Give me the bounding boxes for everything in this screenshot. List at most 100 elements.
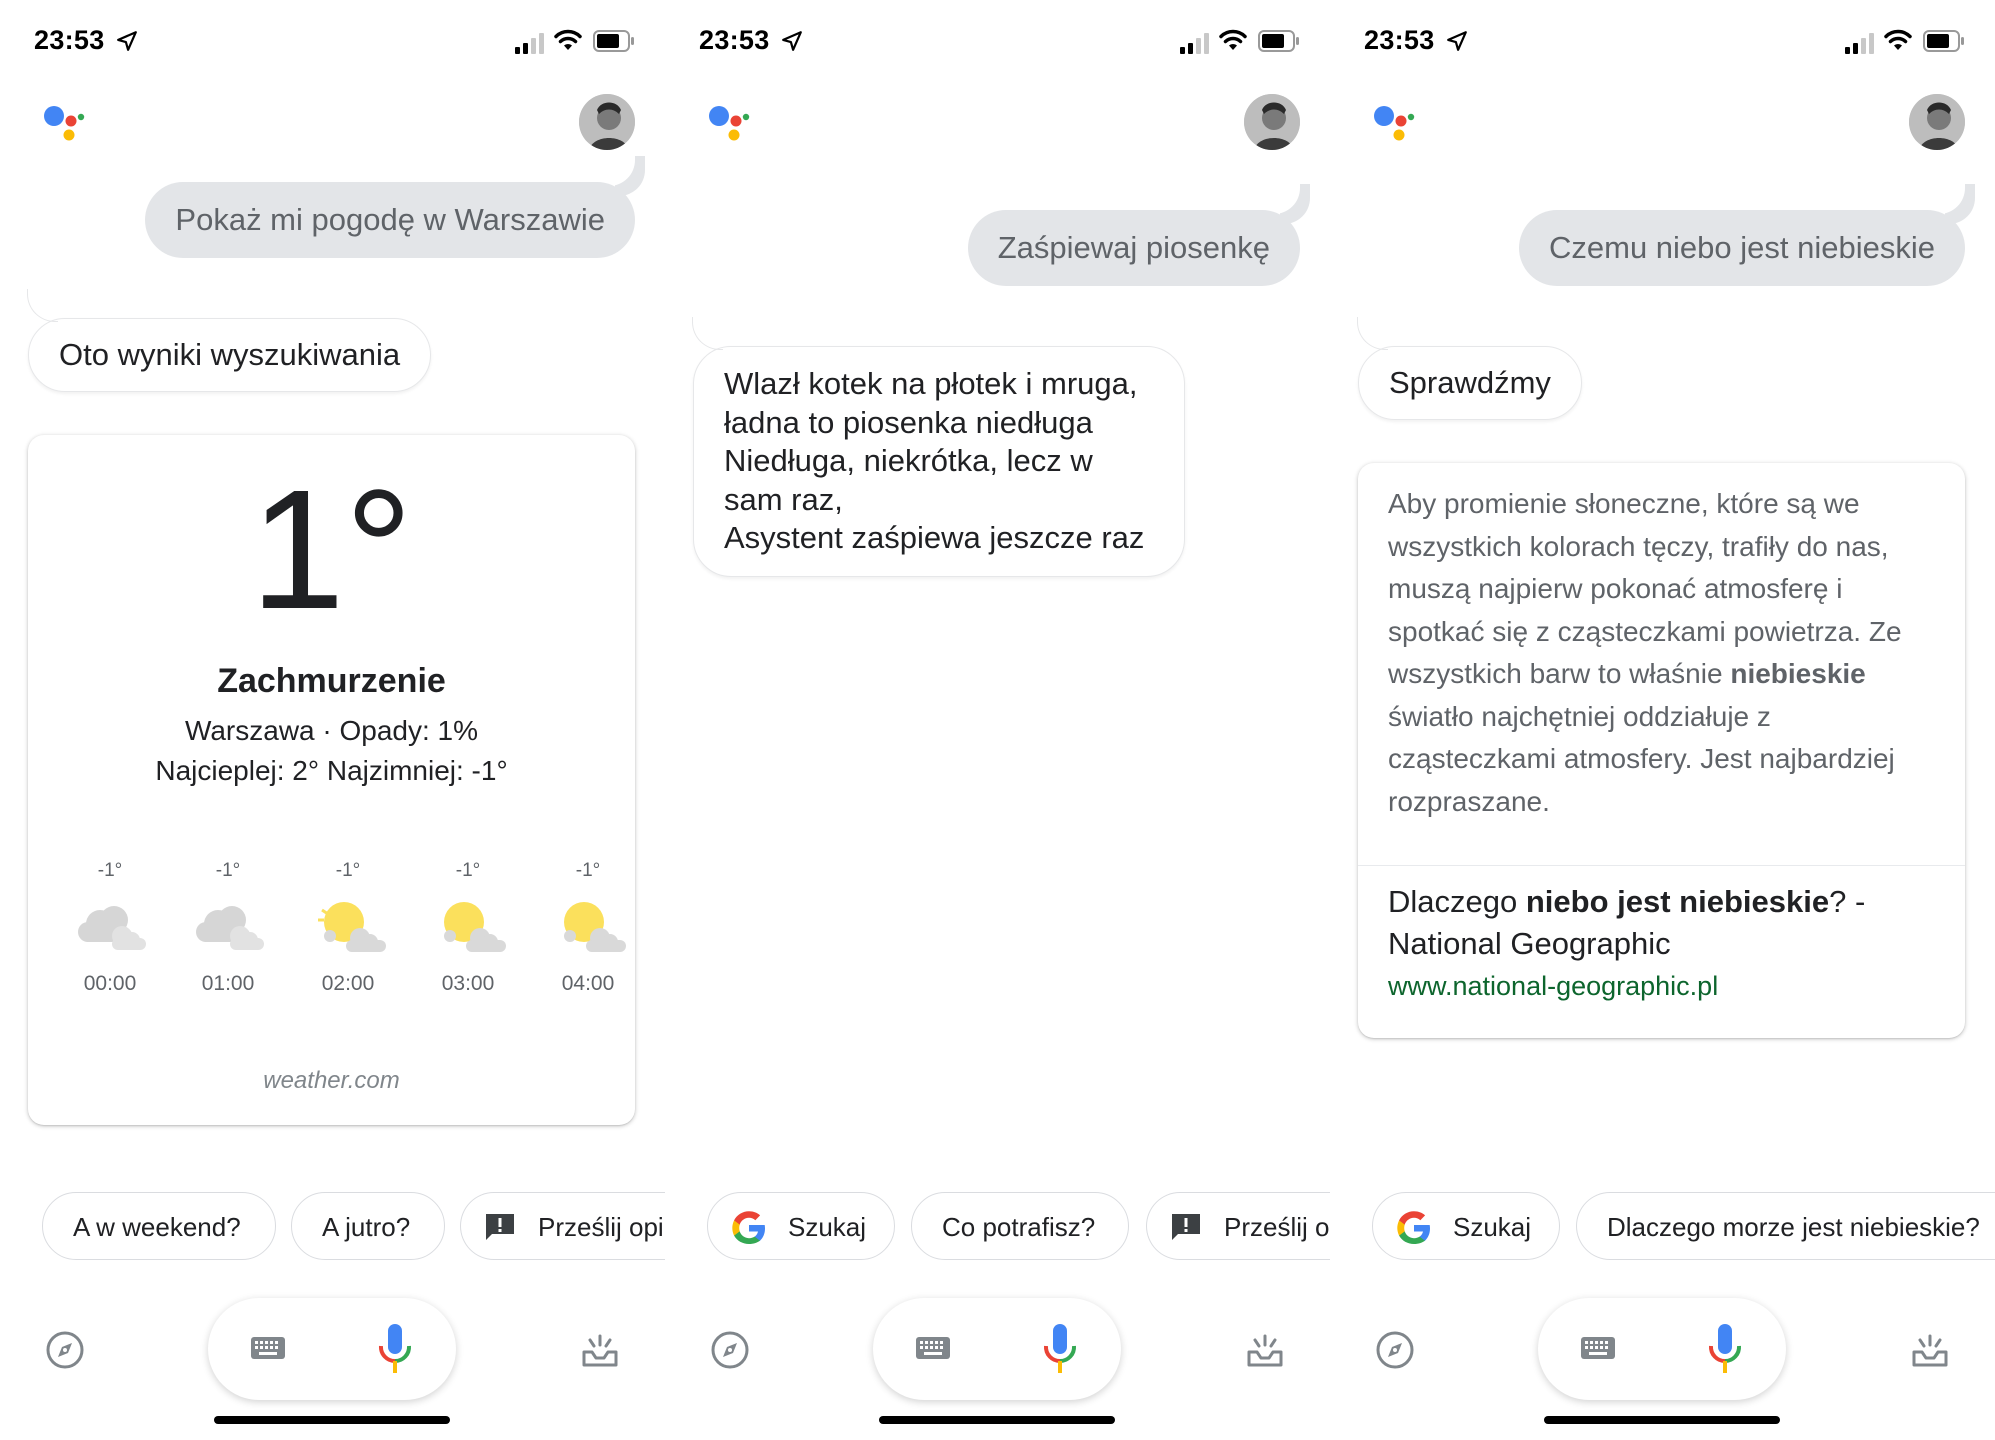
chip-search[interactable]: Szukaj <box>1372 1192 1560 1260</box>
keyboard-icon[interactable] <box>250 1334 286 1362</box>
home-indicator[interactable] <box>1544 1416 1780 1424</box>
chip-capabilities[interactable]: Co potrafisz? <box>911 1192 1129 1260</box>
location-arrow-icon <box>117 31 137 51</box>
feedback-icon <box>1172 1214 1200 1240</box>
google-assistant-logo-icon <box>709 106 750 141</box>
status-bar: 23:53 <box>699 22 1300 62</box>
weather-card[interactable]: 1° Zachmurzenie Warszawa · Opady: 1% Naj… <box>28 435 635 1125</box>
wifi-icon <box>1219 29 1247 50</box>
avatar[interactable] <box>1909 94 1965 150</box>
song-line: sam raz, <box>724 481 843 517</box>
result-url[interactable]: www.national-geographic.pl <box>1388 971 1718 1002</box>
answer-highlight: niebieskie <box>1730 658 1866 689</box>
hourly-item: -1° 01:00 <box>168 860 288 996</box>
google-assistant-logo-icon <box>44 106 85 141</box>
keyboard-icon[interactable] <box>915 1334 951 1362</box>
home-indicator[interactable] <box>879 1416 1115 1424</box>
chip-feedback[interactable]: Prześlij o <box>1146 1192 1330 1260</box>
location-arrow-icon <box>782 31 802 51</box>
suggestion-chips: Szukaj Co potrafisz? Prześlij o <box>665 1192 1330 1264</box>
hourly-item: -1° 03:00 <box>408 860 528 996</box>
hourly-temp: -1° <box>97 860 123 881</box>
status-time: 23:53 <box>34 25 105 55</box>
card-divider <box>1358 865 1965 866</box>
user-photo-icon <box>1244 94 1300 150</box>
chip-weekend[interactable]: A w weekend? <box>42 1192 276 1260</box>
hourly-time: 01:00 <box>201 972 255 995</box>
weather-condition: Zachmurzenie <box>217 662 446 700</box>
partly-sunny-icon <box>318 902 386 952</box>
answer-snippet: Aby promienie słoneczne, które są we wsz… <box>1388 488 1902 817</box>
signal-icon <box>1180 33 1209 54</box>
song-line: Niedługa, niekrótka, lecz w <box>724 443 1093 478</box>
hourly-temp: -1° <box>335 860 361 881</box>
song-line: ładna to piosenka niedługa <box>724 404 1093 440</box>
avatar[interactable] <box>1244 94 1300 150</box>
result-title-link[interactable]: Dlaczego niebo jest niebieskie? - Nation… <box>1388 881 1945 965</box>
location-arrow-icon <box>1447 31 1467 51</box>
microphone-icon[interactable] <box>1708 1324 1742 1376</box>
hourly-time: 00:00 <box>83 972 137 995</box>
cloudy-icon <box>196 906 264 950</box>
user-query-bubble: Pokaż mi pogodę w Warszawie <box>145 182 635 258</box>
suggestion-chips: A w weekend? A jutro? Prześlij opi <box>0 1192 665 1264</box>
location-precipitation: Warszawa · Opady: 1% <box>184 715 479 746</box>
keyboard-icon[interactable] <box>1580 1334 1616 1362</box>
song-line: Wlazł kotek na płotek i mruga, <box>724 366 1138 401</box>
battery-icon <box>1923 30 1964 52</box>
signal-icon <box>1845 33 1874 54</box>
explore-compass-icon[interactable] <box>1375 1330 1415 1370</box>
battery-icon <box>593 30 634 52</box>
current-temperature: 1° <box>250 455 413 645</box>
status-bar: 23:53 <box>34 22 635 62</box>
microphone-icon[interactable] <box>1043 1324 1077 1376</box>
updates-tray-icon[interactable] <box>1912 1334 1948 1368</box>
user-query-bubble: Zaśpiewaj piosenkę <box>967 210 1300 286</box>
chip-sea-question[interactable]: Dlaczego morze jest niebieskie? <box>1576 1192 1995 1260</box>
chip-tomorrow[interactable]: A jutro? <box>291 1192 445 1260</box>
status-time: 23:53 <box>1364 25 1435 55</box>
signal-icon <box>515 33 544 54</box>
screen-weather: 23:53 Pokaż mi pogodę w Warszawie Oto wy… <box>0 0 665 1440</box>
updates-tray-icon[interactable] <box>1247 1334 1283 1368</box>
chip-search[interactable]: Szukaj <box>707 1192 895 1260</box>
wifi-icon <box>554 29 582 50</box>
hourly-item: -1° 00:00 <box>50 860 170 996</box>
hourly-forecast: -1° 00:00 -1° 01:00 -1° 02:00 -1° 03:00 … <box>28 860 635 1000</box>
screen-song: 23:53 Zaśpiewaj piosenkę Wlazł kotek na … <box>665 0 1330 1440</box>
partly-sunny-icon <box>444 902 506 952</box>
updates-tray-icon[interactable] <box>582 1334 618 1368</box>
status-bar: 23:53 <box>1364 22 1965 62</box>
microphone-icon[interactable] <box>378 1324 412 1376</box>
hourly-time: 04:00 <box>561 972 615 995</box>
google-g-icon <box>1397 1211 1430 1244</box>
hourly-item: -1° 02:00 <box>288 860 408 996</box>
hourly-temp: -1° <box>575 860 601 881</box>
chip-feedback[interactable]: Prześlij opi <box>460 1192 665 1260</box>
status-time: 23:53 <box>699 25 770 55</box>
wifi-icon <box>1884 29 1912 50</box>
hourly-time: 02:00 <box>321 972 375 995</box>
google-g-icon <box>732 1211 765 1244</box>
partly-sunny-icon <box>564 902 626 952</box>
home-indicator[interactable] <box>214 1416 450 1424</box>
hourly-item: -1° 04:00 <box>528 860 648 996</box>
assistant-response-bubble: Sprawdźmy <box>1357 317 1582 420</box>
input-bar <box>208 1298 456 1400</box>
assistant-song-bubble: Wlazł kotek na płotek i mruga, ładna to … <box>692 317 1185 577</box>
suggestion-chips: Szukaj Dlaczego morze jest niebieskie? <box>1330 1192 1995 1264</box>
screen-sky: 23:53 Czemu niebo jest niebieskie Sprawd… <box>1330 0 1995 1440</box>
explore-compass-icon[interactable] <box>45 1330 85 1370</box>
weather-source-link[interactable]: weather.com <box>28 1067 635 1095</box>
user-photo-icon <box>1909 94 1965 150</box>
answer-card[interactable]: Aby promienie słoneczne, które są we wsz… <box>1358 463 1965 1038</box>
feedback-icon <box>486 1214 514 1240</box>
assistant-response-bubble: Oto wyniki wyszukiwania <box>26 289 432 392</box>
battery-icon <box>1258 30 1299 52</box>
hourly-time: 03:00 <box>441 972 495 995</box>
user-photo-icon <box>579 94 635 150</box>
explore-compass-icon[interactable] <box>710 1330 750 1370</box>
avatar[interactable] <box>579 94 635 150</box>
song-line: Asystent zaśpiewa jeszcze raz <box>724 520 1145 555</box>
input-bar <box>1538 1298 1786 1400</box>
